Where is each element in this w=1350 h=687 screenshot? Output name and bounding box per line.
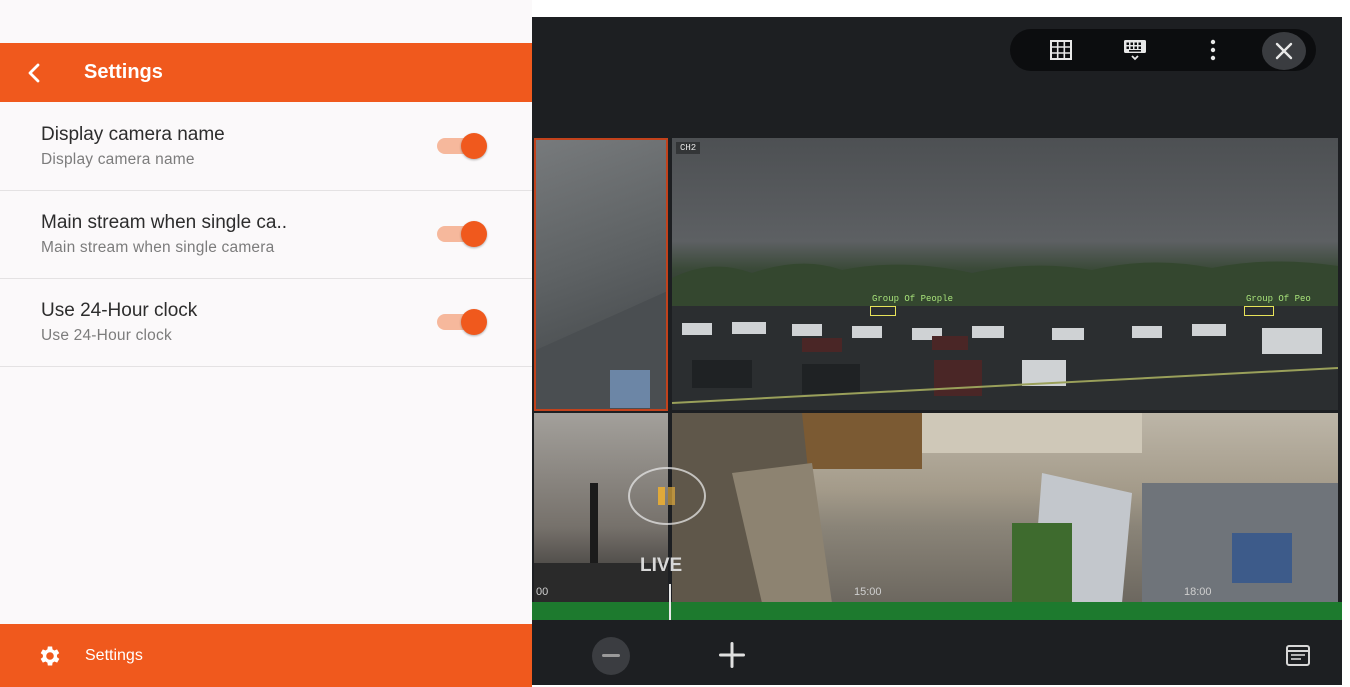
main-stream-toggle[interactable] [437, 219, 491, 249]
setting-title: Main stream when single ca.. [41, 212, 288, 233]
feed-scene [672, 261, 1338, 410]
toggle-thumb [461, 221, 487, 247]
setting-title: Display camera name [41, 124, 225, 145]
calendar-icon [1286, 645, 1310, 666]
more-options-button[interactable] [1188, 29, 1238, 71]
play-button[interactable] [628, 467, 706, 525]
camera-feed-hallway[interactable] [534, 138, 668, 411]
detection-label: Group Of People [872, 294, 954, 304]
setting-row-24-hour-clock[interactable]: Use 24-Hour clock Use 24-Hour clock [0, 279, 532, 367]
settings-panel: Settings Display camera name Display cam… [0, 0, 532, 687]
close-icon [1275, 42, 1293, 60]
zoom-out-button[interactable] [592, 637, 630, 675]
timeline-tick: 15:00 [854, 586, 882, 598]
timeline-tick: 00 [536, 586, 549, 598]
keyboard-icon [1124, 40, 1146, 61]
setting-row-display-camera-name[interactable]: Display camera name Display camera name [0, 103, 532, 191]
toggle-thumb [461, 133, 487, 159]
keyboard-button[interactable] [1110, 29, 1160, 71]
zoom-in-icon [719, 642, 745, 668]
grid-layout-button[interactable] [1036, 29, 1086, 71]
detection-label: Group Of Peo [1246, 294, 1311, 304]
zoom-in-button[interactable] [712, 635, 752, 675]
timeline-tick: 18:00 [1184, 586, 1212, 598]
settings-footer-label: Settings [85, 646, 143, 664]
detection-box [1244, 306, 1274, 316]
timeline-playhead[interactable] [669, 584, 671, 620]
toggle-thumb [461, 309, 487, 335]
setting-title: Use 24-Hour clock [41, 300, 198, 321]
live-label: LIVE [640, 555, 683, 576]
feed-scene [672, 413, 1338, 603]
gear-icon [35, 641, 65, 671]
camera-feed-parking-lot[interactable]: CH2 Group Of People Group Of Peo [672, 138, 1338, 410]
calendar-button[interactable] [1280, 637, 1316, 673]
playback-timeline[interactable]: 00 15:00 18:00 [532, 584, 1342, 620]
zoom-out-icon [602, 654, 620, 657]
detection-box [870, 306, 896, 316]
setting-subtitle: Main stream when single camera [41, 239, 275, 256]
play-icon [658, 487, 675, 505]
settings-header: Settings [0, 43, 532, 102]
top-strip [532, 0, 1350, 17]
more-vertical-icon [1210, 39, 1216, 61]
video-viewer: CH2 Group Of People Group Of Peo LIVE 00… [532, 17, 1342, 685]
setting-subtitle: Display camera name [41, 151, 195, 168]
timeline-recording-bar [532, 602, 1342, 620]
settings-footer-button[interactable]: Settings [0, 624, 532, 687]
grid-layout-icon [1050, 40, 1072, 60]
camera-feed-office[interactable] [672, 413, 1338, 603]
chevron-left-icon [28, 63, 40, 82]
display-camera-name-toggle[interactable] [437, 131, 491, 161]
back-button[interactable] [26, 43, 68, 102]
page-title: Settings [84, 61, 163, 83]
setting-row-main-stream[interactable]: Main stream when single ca.. Main stream… [0, 191, 532, 279]
close-button[interactable] [1262, 32, 1306, 70]
24-hour-clock-toggle[interactable] [437, 307, 491, 337]
camera-name-label: CH2 [676, 142, 701, 154]
feed-scene [536, 291, 666, 409]
setting-subtitle: Use 24-Hour clock [41, 327, 172, 344]
